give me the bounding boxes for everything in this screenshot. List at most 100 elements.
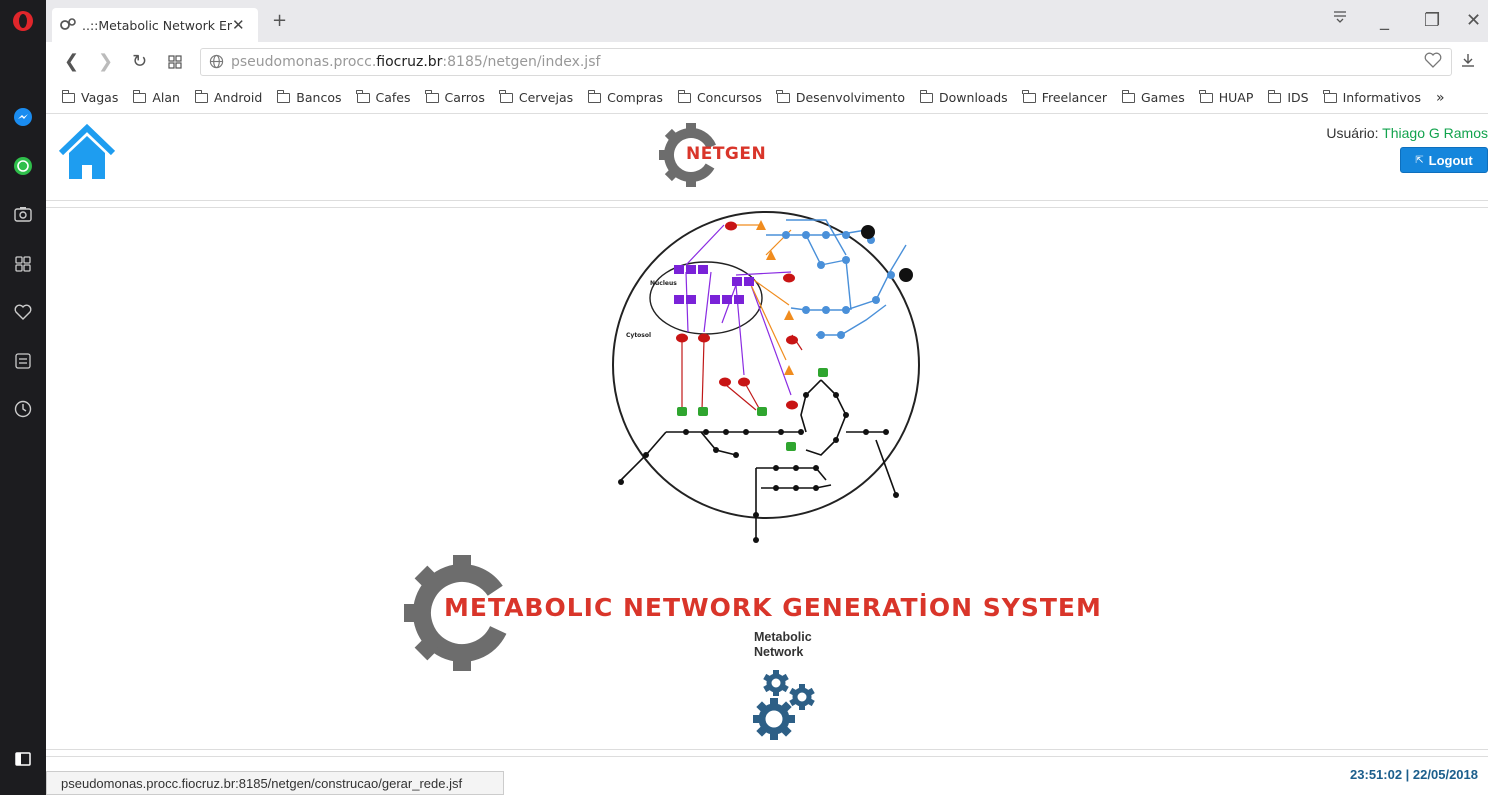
folder-icon xyxy=(356,89,370,103)
bookmark-label: Carros xyxy=(444,90,485,105)
bookmark-folder[interactable]: Compras xyxy=(587,89,663,105)
url-suffix: :8185/netgen/index.jsf xyxy=(442,54,601,70)
sidebar-toggle-icon[interactable] xyxy=(12,748,34,770)
folder-icon xyxy=(61,89,75,103)
close-tab-icon[interactable]: ✕ xyxy=(232,16,245,34)
new-tab-button[interactable]: + xyxy=(272,10,287,31)
divider xyxy=(46,200,1488,201)
history-icon[interactable] xyxy=(12,398,34,420)
network-diagram: Nucleus Cytosol xyxy=(606,210,946,554)
home-icon[interactable] xyxy=(58,123,116,185)
tiles-icon[interactable] xyxy=(168,53,182,74)
bookmark-label: Games xyxy=(1140,90,1185,105)
folder-icon xyxy=(425,89,439,103)
bookmark-folder[interactable]: Games xyxy=(1121,89,1185,105)
bookmark-label: Android xyxy=(213,90,263,105)
more-bookmarks-button[interactable]: » xyxy=(1436,90,1445,106)
folder-icon xyxy=(194,89,208,103)
folder-icon xyxy=(1022,89,1036,103)
reload-button[interactable]: ↻ xyxy=(132,51,147,72)
bookmark-heart-icon[interactable] xyxy=(1424,52,1442,73)
bookmark-label: Vagas xyxy=(81,90,119,105)
browser-sidebar xyxy=(0,0,46,795)
bookmark-folder[interactable]: HUAP xyxy=(1199,89,1253,105)
folder-icon xyxy=(919,89,934,103)
metabolic-network-label: Metabolic Network xyxy=(754,630,812,660)
tab-menu-icon[interactable] xyxy=(1332,8,1348,29)
news-icon[interactable] xyxy=(12,350,34,372)
user-info: Usuário: Thiago G Ramos xyxy=(1326,125,1488,141)
back-button[interactable]: ❮ xyxy=(64,51,79,72)
bookmark-label: Cervejas xyxy=(518,90,574,105)
system-title: METABOLIC NETWORK GENERATİON SYSTEM xyxy=(444,593,1102,622)
bookmark-label: Alan xyxy=(152,90,180,105)
bookmark-folder[interactable]: Concursos xyxy=(677,89,762,105)
forward-button[interactable]: ❯ xyxy=(98,51,113,72)
bookmark-label: Freelancer xyxy=(1041,90,1107,105)
folder-icon xyxy=(1267,89,1282,103)
folder-icon xyxy=(776,89,790,103)
bookmark-folder[interactable]: Downloads xyxy=(919,89,1008,105)
bookmark-label: IDS xyxy=(1287,90,1309,105)
external-link-icon: ⇱ xyxy=(1415,154,1424,166)
download-icon[interactable] xyxy=(1460,52,1476,73)
label-line2: Network xyxy=(754,645,804,659)
speed-dial-icon[interactable] xyxy=(12,253,34,275)
folder-icon xyxy=(276,89,291,103)
close-window-button[interactable]: ✕ xyxy=(1466,10,1481,31)
folder-icon xyxy=(1121,89,1135,103)
whatsapp-icon[interactable] xyxy=(12,155,34,177)
bookmark-folder[interactable]: Cervejas xyxy=(499,89,574,105)
bookmark-folder[interactable]: Bancos xyxy=(276,89,342,105)
bookmark-folder[interactable]: IDS xyxy=(1267,89,1309,105)
bookmark-folder[interactable]: Informativos xyxy=(1323,89,1421,105)
bookmarks-bar: Vagas Alan Android Bancos Cafes Carros C… xyxy=(46,82,1488,114)
bookmark-label: Downloads xyxy=(939,90,1008,105)
divider xyxy=(46,756,1488,757)
bookmark-label: Concursos xyxy=(696,90,762,105)
cytosol-label: Cytosol xyxy=(626,332,652,339)
logout-label: Logout xyxy=(1428,152,1473,168)
gears-icon[interactable] xyxy=(746,667,820,747)
heart-icon[interactable] xyxy=(12,301,34,323)
folder-icon xyxy=(587,89,602,103)
url-field[interactable]: pseudomonas.procc. fiocruz.br:8185/netgen… xyxy=(200,48,1452,76)
bookmark-folder[interactable]: Cafes xyxy=(356,89,411,105)
messenger-icon[interactable] xyxy=(12,106,34,128)
restore-button[interactable]: ❐ xyxy=(1424,10,1440,31)
bookmark-label: Compras xyxy=(607,90,663,105)
bookmark-folder[interactable]: Vagas xyxy=(61,89,119,105)
logo-text: NETGEN xyxy=(686,144,767,164)
folder-icon xyxy=(1323,89,1337,103)
page-content: NETGEN Usuário: Thiago G Ramos ⇱ Logout xyxy=(46,115,1488,795)
bookmark-folder[interactable]: Freelancer xyxy=(1022,89,1107,105)
url-domain: fiocruz.br xyxy=(376,54,443,70)
bookmark-folder[interactable]: Android xyxy=(194,89,263,105)
bookmark-folder[interactable]: Carros xyxy=(425,89,485,105)
bookmark-label: Desenvolvimento xyxy=(795,90,906,105)
user-label: Usuário: xyxy=(1326,125,1379,141)
netgen-logo: NETGEN xyxy=(658,122,788,192)
bookmark-label: Informativos xyxy=(1342,90,1421,105)
favicon-icon xyxy=(60,17,76,34)
tab-netgen[interactable]: ..::Metabolic Network Engi ✕ xyxy=(52,8,258,42)
logout-button[interactable]: ⇱ Logout xyxy=(1400,147,1488,173)
status-bar-url: pseudomonas.procc.fiocruz.br:8185/netgen… xyxy=(46,771,504,795)
address-bar: ❮ ❯ ↻ pseudomonas.procc. fiocruz.br:8185/… xyxy=(46,42,1488,82)
bookmark-folder[interactable]: Alan xyxy=(132,89,180,105)
folder-icon xyxy=(499,89,513,103)
bookmark-label: Cafes xyxy=(375,90,411,105)
divider xyxy=(46,749,1488,750)
minimize-button[interactable]: _ xyxy=(1380,10,1389,31)
bookmark-label: Bancos xyxy=(296,90,342,105)
folder-icon xyxy=(677,89,691,103)
server-datetime: 23:51:02 | 22/05/2018 xyxy=(1350,767,1478,782)
opera-logo-icon[interactable] xyxy=(12,10,34,32)
user-name: Thiago G Ramos xyxy=(1382,125,1488,141)
nucleus-label: Nucleus xyxy=(650,280,677,287)
camera-icon[interactable] xyxy=(12,203,34,225)
url-prefix: pseudomonas.procc. xyxy=(231,54,377,70)
bookmark-folder[interactable]: Desenvolvimento xyxy=(776,89,906,105)
label-line1: Metabolic xyxy=(754,630,812,644)
globe-icon xyxy=(209,54,224,73)
